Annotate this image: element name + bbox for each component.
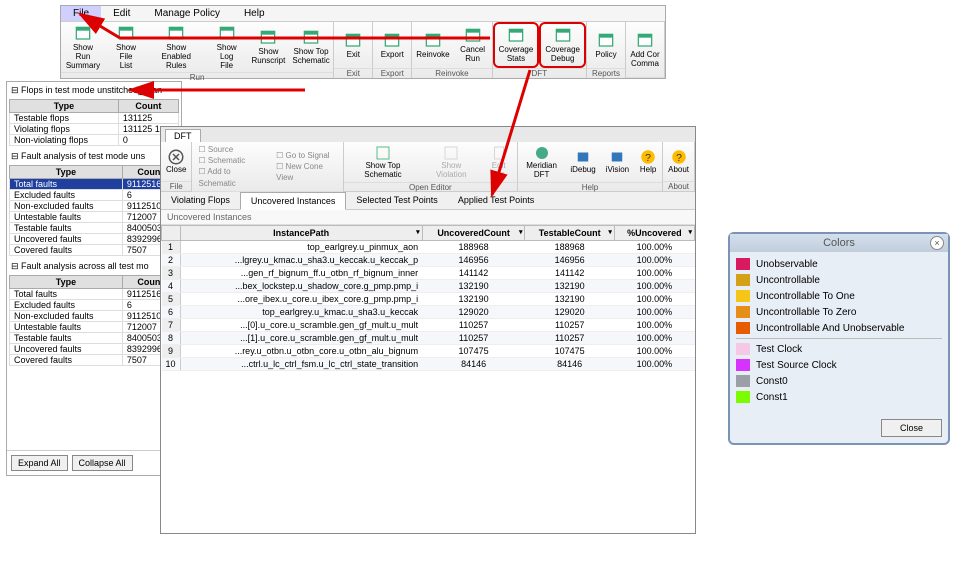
column-header[interactable]: UncoveredCount▾ bbox=[422, 226, 525, 241]
show-enabled-rules-button[interactable]: Show EnabledRules bbox=[147, 22, 205, 72]
uncovered-instances-table: InstancePath▾UncoveredCount▾TestableCoun… bbox=[161, 225, 695, 371]
view-small-options-2: ☐ Go to Signal ☐ New Cone View bbox=[270, 148, 343, 186]
menu-edit[interactable]: Edit bbox=[101, 6, 142, 21]
expand-all-button[interactable]: Expand All bbox=[11, 455, 68, 471]
tree-row[interactable]: Untestable faults712007 bbox=[10, 322, 179, 333]
dft-subtabs: Violating FlopsUncovered InstancesSelect… bbox=[161, 192, 695, 210]
menu-help[interactable]: Help bbox=[232, 6, 277, 21]
table-row[interactable]: 2...lgrey.u_kmac.u_sha3.u_keccak.u_kecca… bbox=[162, 254, 695, 267]
tree-row[interactable]: Non-excluded faults9112510 bbox=[10, 201, 179, 212]
tree-row[interactable]: Untestable faults712007 bbox=[10, 212, 179, 223]
policy-button[interactable]: Policy bbox=[587, 22, 625, 68]
main-toolbar: FileEditManage PolicyHelp Show RunSummar… bbox=[60, 5, 666, 79]
goto-signal-option[interactable]: ☐ Go to Signal bbox=[276, 150, 337, 161]
color-legend-item: Const1 bbox=[736, 391, 942, 403]
table-row[interactable]: 10...ctrl.u_lc_ctrl_fsm.u_lc_ctrl_state_… bbox=[162, 358, 695, 371]
schematic-option[interactable]: ☐ Schematic bbox=[198, 155, 264, 166]
view-small-options: ☐ Source ☐ Schematic ☐ Add to Schematic bbox=[192, 142, 270, 191]
tree-row[interactable]: Excluded faults6 bbox=[10, 190, 179, 201]
show-log-file-button[interactable]: Show LogFile bbox=[205, 22, 248, 72]
dft-window: DFT Close File ☐ Source ☐ Schematic ☐ Ad… bbox=[160, 126, 696, 534]
tree-row[interactable]: Testable faults8400503 bbox=[10, 333, 179, 344]
ivision-button[interactable]: iVision bbox=[601, 146, 634, 177]
colors-panel: Colors × Unobservable Uncontrollable Uncon… bbox=[728, 232, 950, 445]
subtab-violating-flops[interactable]: Violating Flops bbox=[161, 192, 240, 209]
show-top-schematic-button[interactable]: Show TopSchematic bbox=[289, 22, 333, 72]
show-runscript-button[interactable]: ShowRunscript bbox=[248, 22, 289, 72]
table-row[interactable]: 1top_earlgrey.u_pinmux_aon18896818896810… bbox=[162, 241, 695, 254]
coverage-stats-button[interactable]: CoverageStats bbox=[493, 22, 540, 68]
color-legend-item: Uncontrollable To Zero bbox=[736, 306, 942, 318]
show-top-schematic-button[interactable]: Show Top Schematic bbox=[344, 142, 422, 182]
close-button[interactable]: Close bbox=[161, 146, 191, 177]
table-row[interactable]: 9...rey.u_otbn.u_otbn_core.u_otbn_alu_bi… bbox=[162, 345, 695, 358]
add-schematic-option[interactable]: ☐ Add to Schematic bbox=[198, 166, 264, 188]
tree-row[interactable]: Covered faults7507 bbox=[10, 245, 179, 256]
column-header[interactable]: InstancePath▾ bbox=[180, 226, 422, 241]
reinvoke-button[interactable]: Reinvoke bbox=[412, 22, 453, 68]
color-legend-item: Test Clock bbox=[736, 343, 942, 355]
color-legend-item: Uncontrollable And Unobservable bbox=[736, 322, 942, 334]
collapse-all-button[interactable]: Collapse All bbox=[72, 455, 133, 471]
column-header[interactable]: TestableCount▾ bbox=[525, 226, 614, 241]
subtab-uncovered-instances[interactable]: Uncovered Instances bbox=[240, 192, 347, 210]
show-file-list-button[interactable]: Show FileList bbox=[105, 22, 147, 72]
uncovered-instances-header: Uncovered Instances bbox=[161, 210, 695, 225]
color-legend-item: Test Source Clock bbox=[736, 359, 942, 371]
color-legend-item: Unobservable bbox=[736, 258, 942, 270]
menubar: FileEditManage PolicyHelp bbox=[61, 6, 665, 22]
menu-file[interactable]: File bbox=[61, 6, 101, 21]
show-violation-button[interactable]: Show Violation bbox=[422, 142, 480, 182]
tree-row[interactable]: Testable faults8400503 bbox=[10, 223, 179, 234]
new-cone-option[interactable]: ☐ New Cone View bbox=[276, 161, 337, 183]
help-button[interactable]: ?Help bbox=[634, 146, 662, 177]
tree-row[interactable]: Excluded faults6 bbox=[10, 300, 179, 311]
svg-text:?: ? bbox=[676, 152, 682, 164]
subtab-applied-test-points[interactable]: Applied Test Points bbox=[448, 192, 544, 209]
tree-row[interactable]: Uncovered faults8392996 bbox=[10, 344, 179, 355]
table-row[interactable]: 6top_earlgrey.u_kmac.u_sha3.u_keccak1290… bbox=[162, 306, 695, 319]
tree-row[interactable]: Covered faults7507 bbox=[10, 355, 179, 366]
table-row[interactable]: 4...bex_lockstep.u_shadow_core.g_pmp.pmp… bbox=[162, 280, 695, 293]
tree-row[interactable]: Violating flops131125 1 bbox=[10, 124, 179, 135]
add-comma-button[interactable]: Add CorComma bbox=[626, 22, 664, 77]
subtab-selected-test-points[interactable]: Selected Test Points bbox=[346, 192, 447, 209]
colors-close-button[interactable]: Close bbox=[881, 419, 942, 437]
ribbon: Show RunSummaryShow FileListShow Enabled… bbox=[61, 22, 665, 78]
tree-section-title[interactable]: ⊟ Fault analysis across all test mo bbox=[9, 260, 179, 273]
meridian-dft-button[interactable]: Meridian DFT bbox=[518, 142, 565, 182]
table-row[interactable]: 3...gen_rf_bignum_ff.u_otbn_rf_bignum_in… bbox=[162, 267, 695, 280]
tree-section-title[interactable]: ⊟ Fault analysis of test mode uns bbox=[9, 150, 179, 163]
tree-section-title[interactable]: ⊟ Flops in test mode unstitched_scan bbox=[9, 84, 179, 97]
cancel-run-button[interactable]: CancelRun bbox=[454, 22, 492, 68]
color-legend-item: Const0 bbox=[736, 375, 942, 387]
column-header[interactable]: %Uncovered▾ bbox=[614, 226, 694, 241]
tree-row[interactable]: Total faults9112516 bbox=[10, 289, 179, 300]
tree-row[interactable]: Testable flops131125 bbox=[10, 113, 179, 124]
exit-button[interactable]: Exit bbox=[334, 22, 372, 68]
fault-tree-panel: ⊟ Flops in test mode unstitched_scanType… bbox=[6, 81, 182, 476]
table-row[interactable]: 7...[0].u_core.u_scramble.gen_gf_mult.u_… bbox=[162, 319, 695, 332]
colors-title: Colors × bbox=[730, 234, 948, 252]
menu-manage-policy[interactable]: Manage Policy bbox=[142, 6, 232, 21]
edit-file-button[interactable]: Edit File bbox=[480, 142, 516, 182]
export-button[interactable]: Export bbox=[373, 22, 411, 68]
svg-text:?: ? bbox=[645, 152, 651, 164]
table-row[interactable]: 5...ore_ibex.u_core.u_ibex_core.g_pmp.pm… bbox=[162, 293, 695, 306]
tree-row[interactable]: Total faults9112516 bbox=[10, 179, 179, 190]
close-icon[interactable]: × bbox=[930, 236, 944, 250]
color-legend-item: Uncontrollable To One bbox=[736, 290, 942, 302]
color-legend-item: Uncontrollable bbox=[736, 274, 942, 286]
source-option[interactable]: ☐ Source bbox=[198, 144, 264, 155]
dft-tab[interactable]: DFT bbox=[165, 129, 201, 142]
show-run-summary-button[interactable]: Show RunSummary bbox=[61, 22, 105, 72]
tree-row[interactable]: Non-violating flops0 bbox=[10, 135, 179, 146]
idebug-button[interactable]: iDebug bbox=[565, 146, 600, 177]
table-row[interactable]: 8...[1].u_core.u_scramble.gen_gf_mult.u_… bbox=[162, 332, 695, 345]
tree-row[interactable]: Non-excluded faults9112510 bbox=[10, 311, 179, 322]
tree-row[interactable]: Uncovered faults8392996 bbox=[10, 234, 179, 245]
about-button[interactable]: ?About bbox=[663, 146, 694, 177]
coverage-debug-button[interactable]: CoverageDebug bbox=[539, 22, 586, 68]
dft-ribbon: Close File ☐ Source ☐ Schematic ☐ Add to… bbox=[161, 142, 695, 192]
